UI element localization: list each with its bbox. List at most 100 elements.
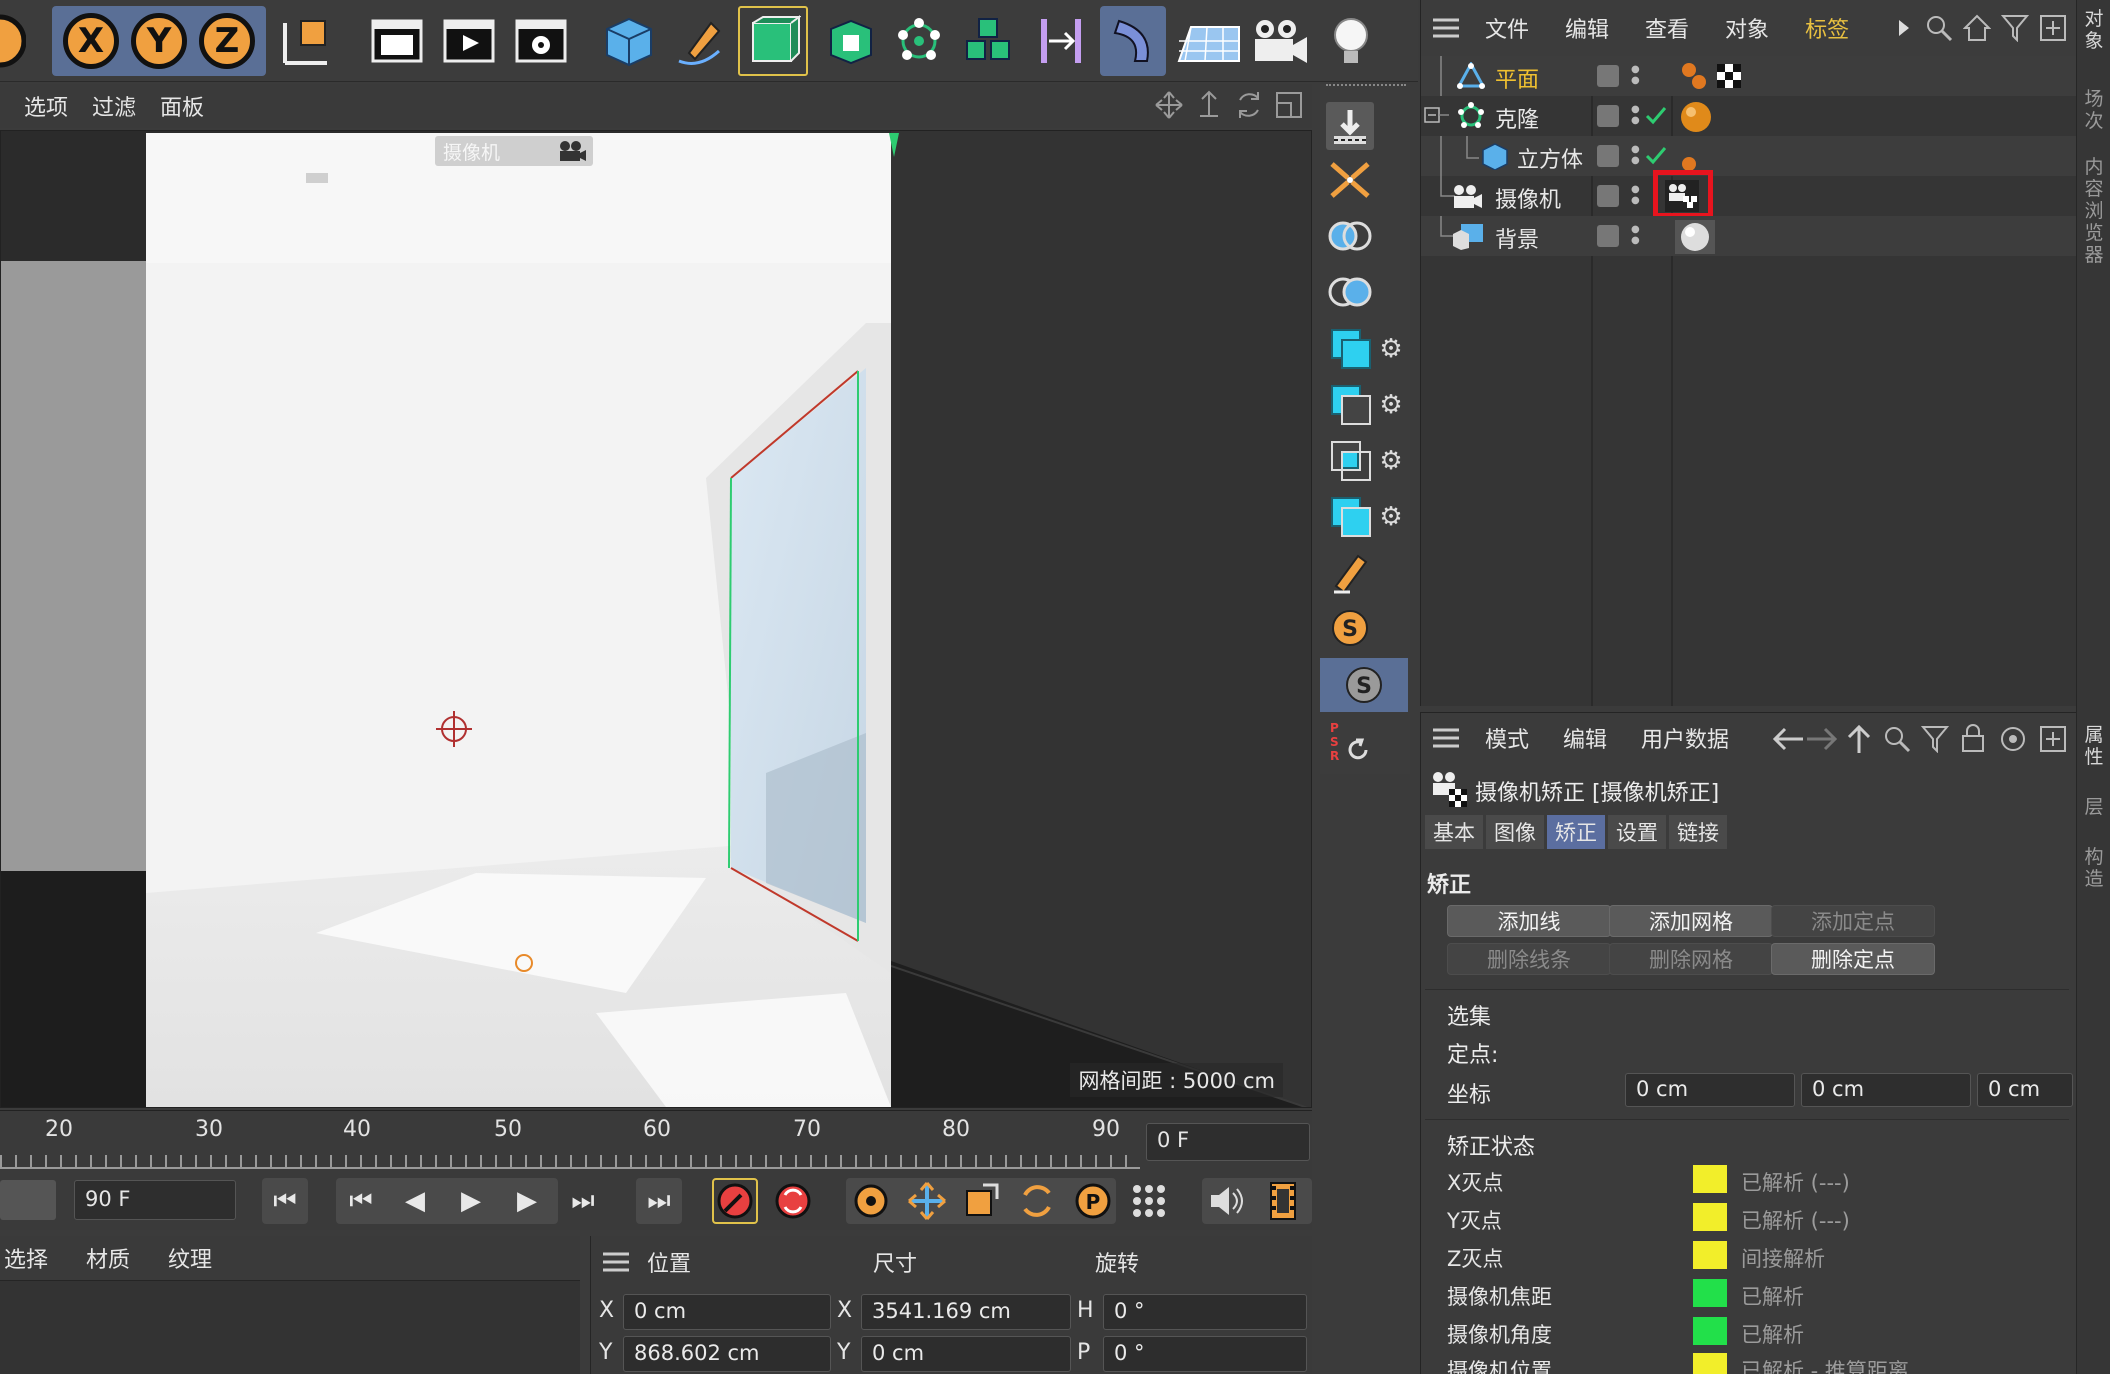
psr-reset-icon[interactable]: PSR <box>1326 718 1374 766</box>
editor-visibility-toggle[interactable] <box>1597 145 1619 167</box>
subdivision-surface-icon[interactable] <box>738 6 808 76</box>
layer-combine-settings-icon[interactable]: ⚙ <box>1376 502 1406 532</box>
sound-icon[interactable] <box>1204 1178 1250 1224</box>
x-axis-lock-button[interactable]: X <box>63 13 119 69</box>
previous-frame-icon[interactable]: ◀ <box>392 1178 438 1224</box>
menu-edit[interactable]: 编辑 <box>1563 722 1607 754</box>
material-tag-icon[interactable] <box>1679 60 1711 92</box>
edge-tab-structure[interactable]: 构造 <box>2083 846 2105 890</box>
menu-mode[interactable]: 模式 <box>1485 722 1529 754</box>
up-arrow-icon[interactable] <box>1845 723 1873 755</box>
pos-y-field[interactable]: 868.602 cm <box>623 1336 831 1372</box>
tab-calibrate[interactable]: 矫正 <box>1547 815 1605 849</box>
bend-deformer-icon[interactable] <box>1100 6 1166 76</box>
coordinate-system-icon[interactable] <box>274 6 340 76</box>
tab-link[interactable]: 链接 <box>1669 815 1727 849</box>
snap-arrows-icon[interactable] <box>1326 156 1374 204</box>
menu-tags[interactable]: 标签 <box>1805 12 1849 44</box>
go-to-start-icon[interactable]: ⏮ <box>262 1178 308 1224</box>
material-manager-area[interactable] <box>0 1280 580 1374</box>
pos-x-field[interactable]: 0 cm <box>623 1294 831 1330</box>
coordinate-z-field[interactable]: 0 cm <box>1977 1073 2073 1107</box>
editor-visibility-toggle[interactable] <box>1597 185 1619 207</box>
viewport-menu-options[interactable]: 选项 <box>24 90 68 122</box>
menu-object[interactable]: 对象 <box>1725 12 1769 44</box>
3d-viewport[interactable]: 网格间距 : 5000 cm <box>0 130 1312 1108</box>
render-visibility-dots[interactable]: ● ● <box>1631 64 1640 86</box>
edge-tab-takes[interactable]: 场次 <box>2083 88 2105 132</box>
object-row-camera[interactable]: 摄像机 ● ● <box>1421 170 2077 218</box>
record-keyframe-icon[interactable] <box>712 1178 758 1224</box>
add-line-button[interactable]: 添加线 <box>1447 905 1611 937</box>
menu-view[interactable]: 查看 <box>1645 12 1689 44</box>
coordinate-x-field[interactable]: 0 cm <box>1625 1073 1795 1107</box>
pen-spline-icon[interactable] <box>666 6 732 76</box>
snap-settings-icon[interactable]: S <box>1320 658 1408 712</box>
edge-tab-objects[interactable]: 对象 <box>2083 8 2105 52</box>
coordinate-y-field[interactable]: 0 cm <box>1801 1073 1971 1107</box>
timeline-ruler[interactable] <box>0 1155 1140 1169</box>
add-grid-button[interactable]: 添加网格 <box>1609 905 1773 937</box>
keyframe-selection-icon[interactable] <box>848 1178 894 1224</box>
filter-icon[interactable] <box>1921 725 1949 753</box>
material-menu-texture[interactable]: 纹理 <box>168 1242 212 1274</box>
object-row-background[interactable]: 背景 ● ● <box>1421 216 2077 256</box>
size-x-field[interactable]: 3541.169 cm <box>861 1294 1071 1330</box>
menu-user-data[interactable]: 用户数据 <box>1641 722 1729 754</box>
light-icon[interactable] <box>1318 6 1384 76</box>
editor-visibility-toggle[interactable] <box>1597 65 1619 87</box>
end-frame-field[interactable]: 90 F <box>74 1180 236 1220</box>
camera-calibration-tag-icon[interactable] <box>1665 180 1699 212</box>
edge-tab-attributes[interactable]: 属性 <box>2083 724 2105 768</box>
material-ball-icon[interactable] <box>1679 100 1713 134</box>
menu-file[interactable]: 文件 <box>1485 12 1529 44</box>
hamburger-menu-icon[interactable] <box>1431 16 1461 40</box>
boole-icon[interactable] <box>1326 212 1374 260</box>
layer-front-settings-icon[interactable]: ⚙ <box>1376 334 1406 364</box>
layer-inner-settings-icon[interactable]: ⚙ <box>1376 446 1406 476</box>
material-menu-select[interactable]: 选择 <box>4 1242 48 1274</box>
new-view-icon[interactable] <box>2039 14 2067 42</box>
maximize-view-icon[interactable] <box>1274 90 1304 120</box>
enabled-check-icon[interactable] <box>1645 106 1667 126</box>
back-arrow-icon[interactable] <box>1771 725 1805 753</box>
menu-edit[interactable]: 编辑 <box>1565 12 1609 44</box>
rot-h-field[interactable]: 0 ° <box>1103 1294 1307 1330</box>
delete-grid-button[interactable]: 删除网格 <box>1609 943 1773 975</box>
partial-tool-icon[interactable] <box>0 6 26 76</box>
deformer-icon[interactable] <box>1028 6 1094 76</box>
material-ball-white-icon[interactable] <box>1675 220 1715 254</box>
go-to-end-icon[interactable]: ⏭ <box>636 1178 682 1224</box>
render-visibility-dots[interactable]: ● ● <box>1631 184 1640 206</box>
layer-back-icon[interactable] <box>1326 380 1374 428</box>
new-view-icon[interactable] <box>2039 725 2067 753</box>
add-point-button[interactable]: 添加定点 <box>1771 905 1935 937</box>
render-to-picture-viewer-icon[interactable] <box>436 6 502 76</box>
render-settings-icon[interactable] <box>508 6 574 76</box>
render-visibility-dots[interactable]: ● ● <box>1631 104 1640 126</box>
previous-key-icon[interactable]: ⏮ <box>338 1178 384 1224</box>
camera-icon[interactable] <box>1246 6 1312 76</box>
object-name[interactable]: 立方体 <box>1517 142 1583 174</box>
delete-lines-button[interactable]: 删除线条 <box>1447 943 1611 975</box>
key-scale-icon[interactable] <box>958 1178 1004 1224</box>
edge-tab-layers[interactable]: 层 <box>2083 796 2105 818</box>
hamburger-menu-icon[interactable] <box>601 1250 631 1274</box>
key-pla-icon[interactable] <box>1126 1178 1172 1224</box>
layer-front-icon[interactable] <box>1326 324 1374 372</box>
material-menu-material[interactable]: 材质 <box>86 1242 130 1274</box>
snap-s-icon[interactable]: S <box>1326 604 1374 652</box>
tab-basic[interactable]: 基本 <box>1425 815 1483 849</box>
viewport-menu-panel[interactable]: 面板 <box>160 90 204 122</box>
object-name[interactable]: 平面 <box>1495 62 1539 94</box>
z-axis-lock-button[interactable]: Z <box>199 13 255 69</box>
move-view-icon[interactable] <box>1154 90 1184 120</box>
sketch-pen-icon[interactable] <box>1326 548 1374 596</box>
object-row-plane[interactable]: 平面 ● ● <box>1421 56 2077 96</box>
layer-inner-icon[interactable] <box>1326 436 1374 484</box>
editor-visibility-toggle[interactable] <box>1597 225 1619 247</box>
autokey-icon[interactable] <box>770 1178 816 1224</box>
checker-tag-icon[interactable] <box>1715 62 1743 90</box>
render-visibility-dots[interactable]: ● ● <box>1631 144 1640 166</box>
viewport-menu-filter[interactable]: 过滤 <box>92 90 136 122</box>
